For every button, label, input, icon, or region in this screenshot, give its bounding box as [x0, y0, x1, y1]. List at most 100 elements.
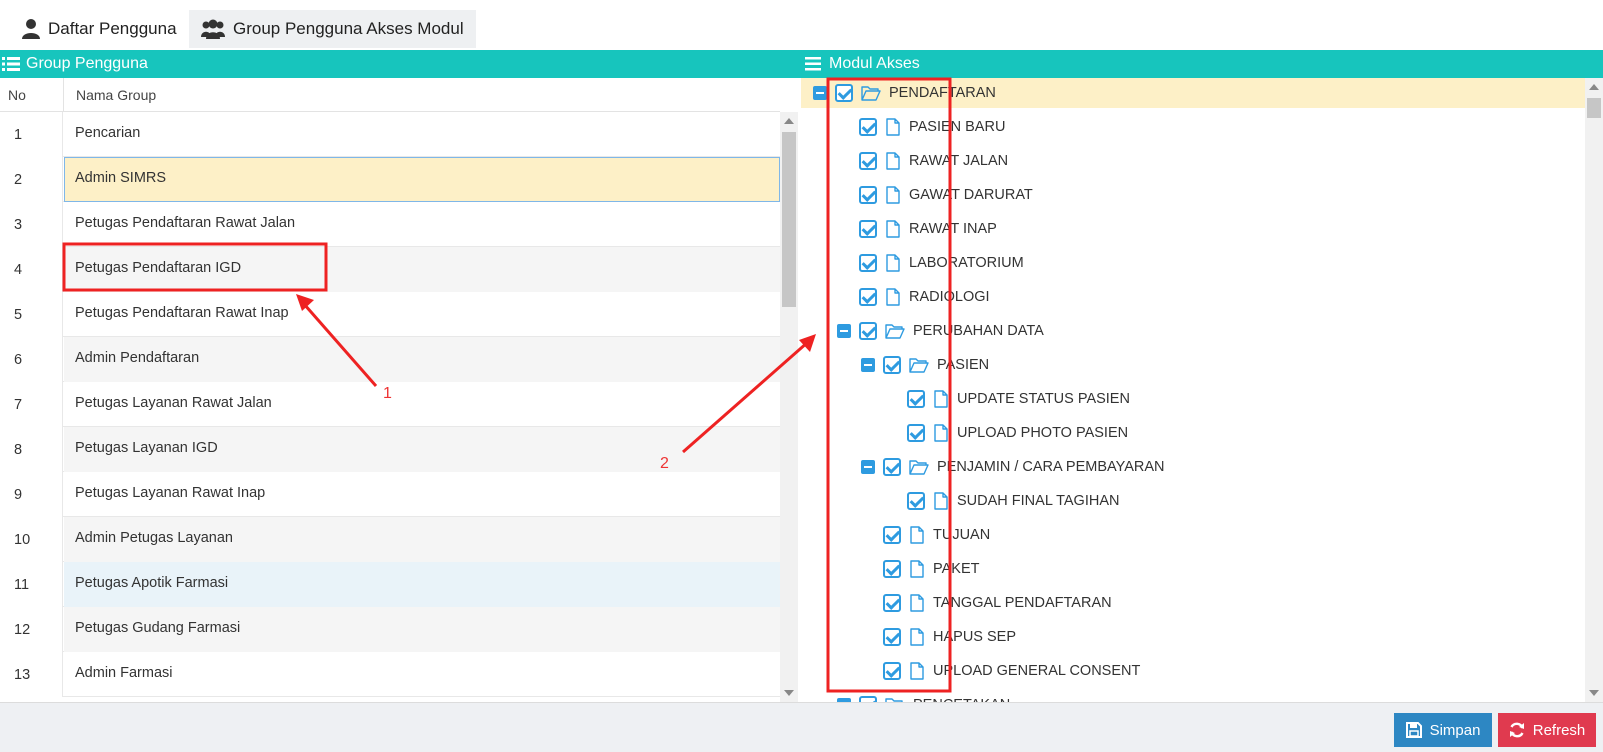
scroll-down-icon[interactable] [1589, 690, 1599, 696]
tree-node[interactable]: TUJUAN [801, 520, 990, 550]
table-row[interactable]: 6 Admin Pendaftaran [0, 337, 780, 382]
tree-node[interactable]: UPLOAD PHOTO PASIEN [801, 418, 1128, 448]
simpan-button[interactable]: Simpan [1394, 713, 1492, 747]
tree-scrollbar[interactable] [1585, 78, 1603, 702]
row-group-name: Admin Petugas Layanan [64, 517, 780, 562]
collapse-toggle-icon[interactable] [861, 358, 875, 372]
table-row[interactable]: 12 Petugas Gudang Farmasi [0, 607, 780, 652]
refresh-icon [1509, 722, 1524, 738]
table-row[interactable]: 9 Petugas Layanan Rawat Inap [0, 472, 780, 517]
tree-node[interactable]: LABORATORIUM [801, 248, 1024, 278]
tree-node[interactable]: HAPUS SEP [801, 622, 1016, 652]
column-nama-group[interactable]: Nama Group [76, 87, 156, 103]
checkbox-checked-icon[interactable] [859, 220, 877, 238]
annotation-number-1: 1 [383, 385, 392, 402]
checkbox-checked-icon[interactable] [907, 492, 925, 510]
tree-node[interactable]: PENCETAKAN [801, 690, 1010, 702]
checkbox-checked-icon[interactable] [883, 628, 901, 646]
file-icon [885, 254, 901, 272]
file-icon [885, 288, 901, 306]
row-number: 2 [0, 157, 63, 202]
folder-open-icon [909, 459, 929, 475]
table-row[interactable]: 2 Admin SIMRS [0, 157, 780, 202]
checkbox-checked-icon[interactable] [883, 662, 901, 680]
scroll-thumb[interactable] [1587, 98, 1601, 118]
checkbox-checked-icon[interactable] [883, 560, 901, 578]
row-number: 5 [0, 292, 63, 337]
tree-node-label: HAPUS SEP [933, 629, 1016, 645]
tree-node[interactable]: SUDAH FINAL TAGIHAN [801, 486, 1119, 516]
tree-node[interactable]: GAWAT DARURAT [801, 180, 1033, 210]
row-number: 10 [0, 517, 63, 562]
checkbox-checked-icon[interactable] [859, 152, 877, 170]
checkbox-checked-icon[interactable] [883, 594, 901, 612]
users-icon [201, 19, 225, 39]
collapse-toggle-icon[interactable] [813, 86, 827, 100]
checkbox-checked-icon[interactable] [859, 118, 877, 136]
column-no[interactable]: No [8, 87, 26, 103]
tree-node[interactable]: PAKET [801, 554, 979, 584]
scroll-up-icon[interactable] [784, 118, 794, 124]
file-icon [933, 492, 949, 510]
checkbox-checked-icon[interactable] [835, 84, 853, 102]
table-row[interactable]: 11 Petugas Apotik Farmasi [0, 562, 780, 607]
row-group-name: Admin Farmasi [75, 665, 173, 681]
scroll-down-icon[interactable] [784, 690, 794, 696]
checkbox-checked-icon[interactable] [907, 424, 925, 442]
tree-node[interactable]: RAWAT INAP [801, 214, 997, 244]
checkbox-checked-icon[interactable] [859, 288, 877, 306]
tree-node[interactable]: PERUBAHAN DATA [801, 316, 1044, 346]
table-row[interactable]: 5 Petugas Pendaftaran Rawat Inap [0, 292, 780, 337]
tree-node[interactable]: RAWAT JALAN [801, 146, 1008, 176]
file-icon [933, 390, 949, 408]
tree-node-label: LABORATORIUM [909, 255, 1024, 271]
checkbox-checked-icon[interactable] [859, 186, 877, 204]
checkbox-checked-icon[interactable] [859, 254, 877, 272]
table-row[interactable]: 13 Admin Farmasi [0, 652, 780, 697]
tree-node[interactable]: PENJAMIN / CARA PEMBAYARAN [801, 452, 1164, 482]
scroll-thumb[interactable] [782, 132, 796, 307]
tree-node[interactable]: UPLOAD GENERAL CONSENT [801, 656, 1140, 686]
row-group-name: Petugas Pendaftaran Rawat Jalan [75, 215, 296, 231]
collapse-toggle-icon[interactable] [861, 460, 875, 474]
file-icon [909, 560, 925, 578]
annotation-number-2: 2 [660, 455, 669, 472]
tree-node[interactable]: PASIEN BARU [801, 112, 1005, 142]
checkbox-checked-icon[interactable] [883, 356, 901, 374]
file-icon [933, 424, 949, 442]
table-row[interactable]: 10 Admin Petugas Layanan [0, 517, 780, 562]
checkbox-checked-icon[interactable] [883, 526, 901, 544]
tree-node[interactable]: RADIOLOGI [801, 282, 990, 312]
modul-akses-header: Modul Akses [800, 50, 1603, 78]
refresh-button[interactable]: Refresh [1498, 713, 1596, 747]
table-row[interactable]: 1 Pencarian [0, 112, 780, 157]
checkbox-checked-icon[interactable] [859, 322, 877, 340]
table-row[interactable]: 4 Petugas Pendaftaran IGD [0, 247, 780, 292]
tree-node[interactable]: PASIEN [801, 350, 989, 380]
tree-node[interactable]: UPDATE STATUS PASIEN [801, 384, 1130, 414]
file-icon [909, 628, 925, 646]
file-icon [885, 186, 901, 204]
grid-scrollbar[interactable] [780, 112, 798, 702]
checkbox-checked-icon[interactable] [907, 390, 925, 408]
tab-group-pengguna-akses-modul[interactable]: Group Pengguna Akses Modul [189, 10, 476, 48]
collapse-toggle-icon[interactable] [837, 324, 851, 338]
scroll-up-icon[interactable] [1589, 84, 1599, 90]
row-group-name: Petugas Layanan Rawat Jalan [75, 395, 272, 411]
table-row[interactable]: 3 Petugas Pendaftaran Rawat Jalan [0, 202, 780, 247]
file-icon [885, 118, 901, 136]
tree-node[interactable]: PENDAFTARAN [801, 78, 1585, 108]
tree-node-label: PAKET [933, 561, 980, 577]
tree-node-label: RAWAT JALAN [909, 153, 1009, 169]
tab-daftar-pengguna[interactable]: Daftar Pengguna [10, 10, 189, 48]
refresh-label: Refresh [1532, 721, 1586, 739]
row-number: 9 [0, 472, 63, 517]
file-icon [909, 662, 925, 680]
tree-node-label: GAWAT DARURAT [909, 187, 1033, 203]
panel-title: Group Pengguna [26, 55, 148, 72]
tree-node-label: RADIOLOGI [909, 289, 990, 305]
tree-node[interactable]: TANGGAL PENDAFTARAN [801, 588, 1112, 618]
tree-node-label: RAWAT INAP [909, 221, 997, 237]
checkbox-checked-icon[interactable] [883, 458, 901, 476]
row-group-name: Petugas Pendaftaran Rawat Inap [75, 305, 289, 321]
